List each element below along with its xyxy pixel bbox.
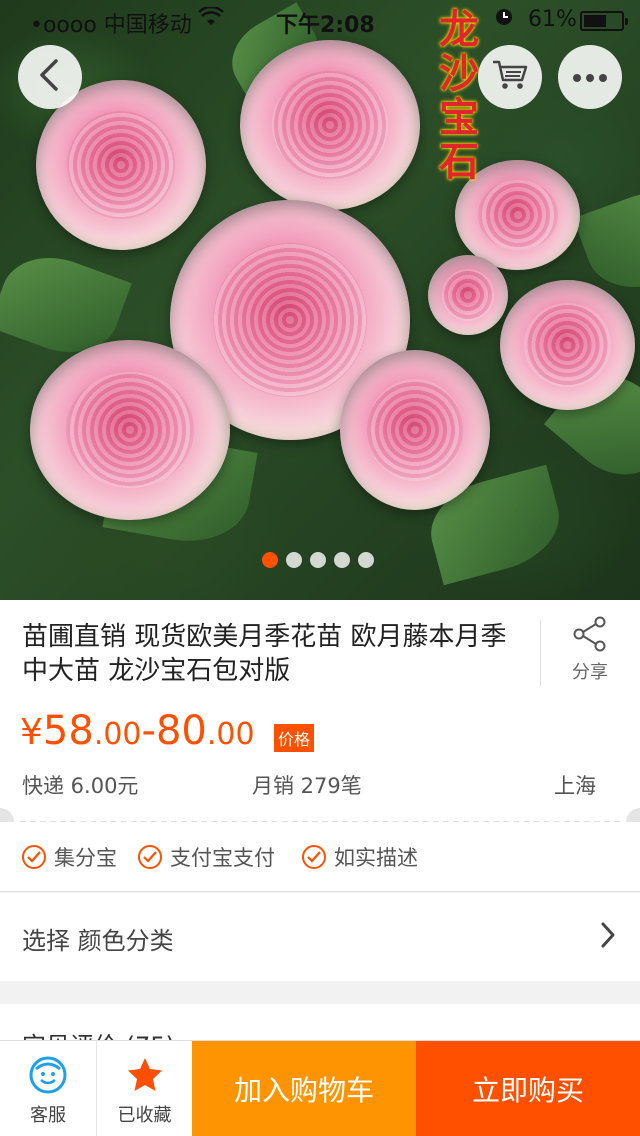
carousel-dot[interactable] xyxy=(262,552,278,568)
battery-level xyxy=(584,15,606,27)
more-dots-icon xyxy=(572,68,608,87)
battery-icon xyxy=(580,11,628,31)
rose-flower xyxy=(428,255,508,335)
customer-service-button[interactable]: 客服 xyxy=(0,1041,96,1136)
check-circle-icon xyxy=(138,845,162,869)
chevron-left-icon xyxy=(36,57,64,97)
share-icon xyxy=(573,616,607,656)
badge-label: 集分宝 xyxy=(54,846,117,870)
divider xyxy=(540,620,541,686)
price-high-integer: 80 xyxy=(155,708,207,754)
badge-as-described: 如实描述 xyxy=(302,842,418,872)
price-range: ¥58.00-80.00 xyxy=(20,708,255,754)
ship-location: 上海 xyxy=(554,774,596,798)
star-icon xyxy=(125,1055,165,1095)
buy-now-button[interactable]: 立即购买 xyxy=(416,1041,640,1136)
favorite-label: 已收藏 xyxy=(117,1105,172,1126)
price-low-decimal: .00 xyxy=(93,717,142,752)
carousel-dot[interactable] xyxy=(358,552,374,568)
share-button[interactable]: 分享 xyxy=(560,616,620,684)
sku-selector-label: 选择 颜色分类 xyxy=(22,927,174,955)
badge-jifenbao: 集分宝 xyxy=(22,842,117,872)
battery-percent: 61% xyxy=(528,7,577,32)
carousel-indicator xyxy=(262,552,374,568)
more-button[interactable] xyxy=(558,45,622,109)
product-title: 苗圃直销 现货欧美月季花苗 欧月藤本月季中大苗 龙沙宝石包对版 xyxy=(22,622,507,686)
check-circle-icon xyxy=(302,845,326,869)
clock-label: 下午2:08 xyxy=(276,13,375,38)
rose-flower xyxy=(240,40,420,210)
service-badges: 集分宝 支付宝支付 如实描述 xyxy=(0,822,640,892)
product-info-card: 苗圃直销 现货欧美月季花苗 欧月藤本月季中大苗 龙沙宝石包对版 分享 ¥58.0… xyxy=(0,600,640,822)
price-high-decimal: .00 xyxy=(206,717,255,752)
sku-selector[interactable]: 选择 颜色分类 xyxy=(0,893,640,981)
price-separator: - xyxy=(141,708,156,754)
share-label: 分享 xyxy=(572,662,608,683)
carousel-dot[interactable] xyxy=(334,552,350,568)
wifi-icon xyxy=(198,5,224,32)
alarm-icon xyxy=(494,7,514,32)
bottom-action-bar: 客服 已收藏 加入购物车 立即购买 xyxy=(0,1040,640,1136)
rose-flower xyxy=(340,350,490,510)
rose-flower xyxy=(30,340,230,520)
badge-alipay: 支付宝支付 xyxy=(138,842,275,872)
price-low-integer: 58 xyxy=(42,708,94,754)
product-image[interactable]: 龙沙宝石 xyxy=(0,0,640,600)
cart-button[interactable] xyxy=(478,45,542,109)
customer-service-label: 客服 xyxy=(30,1105,66,1126)
badge-label: 支付宝支付 xyxy=(170,846,275,870)
currency-symbol: ¥ xyxy=(20,712,43,753)
carrier-label: •oooo 中国移动 xyxy=(30,13,192,38)
shipping-fee: 快递 6.00元 xyxy=(22,774,139,798)
badge-label: 如实描述 xyxy=(334,846,418,870)
cart-icon xyxy=(491,58,529,96)
monthly-sales: 月销 279笔 xyxy=(252,774,362,798)
carousel-dot[interactable] xyxy=(310,552,326,568)
price-tag-badge: 价格 xyxy=(274,724,315,752)
chat-face-icon xyxy=(28,1055,68,1095)
chevron-right-icon xyxy=(600,921,616,953)
add-to-cart-button[interactable]: 加入购物车 xyxy=(192,1041,416,1136)
back-button[interactable] xyxy=(18,45,82,109)
carousel-dot[interactable] xyxy=(286,552,302,568)
check-circle-icon xyxy=(22,845,46,869)
favorite-button[interactable]: 已收藏 xyxy=(96,1041,192,1136)
rose-flower xyxy=(500,280,635,410)
status-bar: •oooo 中国移动 下午2:08 61% xyxy=(0,0,640,40)
